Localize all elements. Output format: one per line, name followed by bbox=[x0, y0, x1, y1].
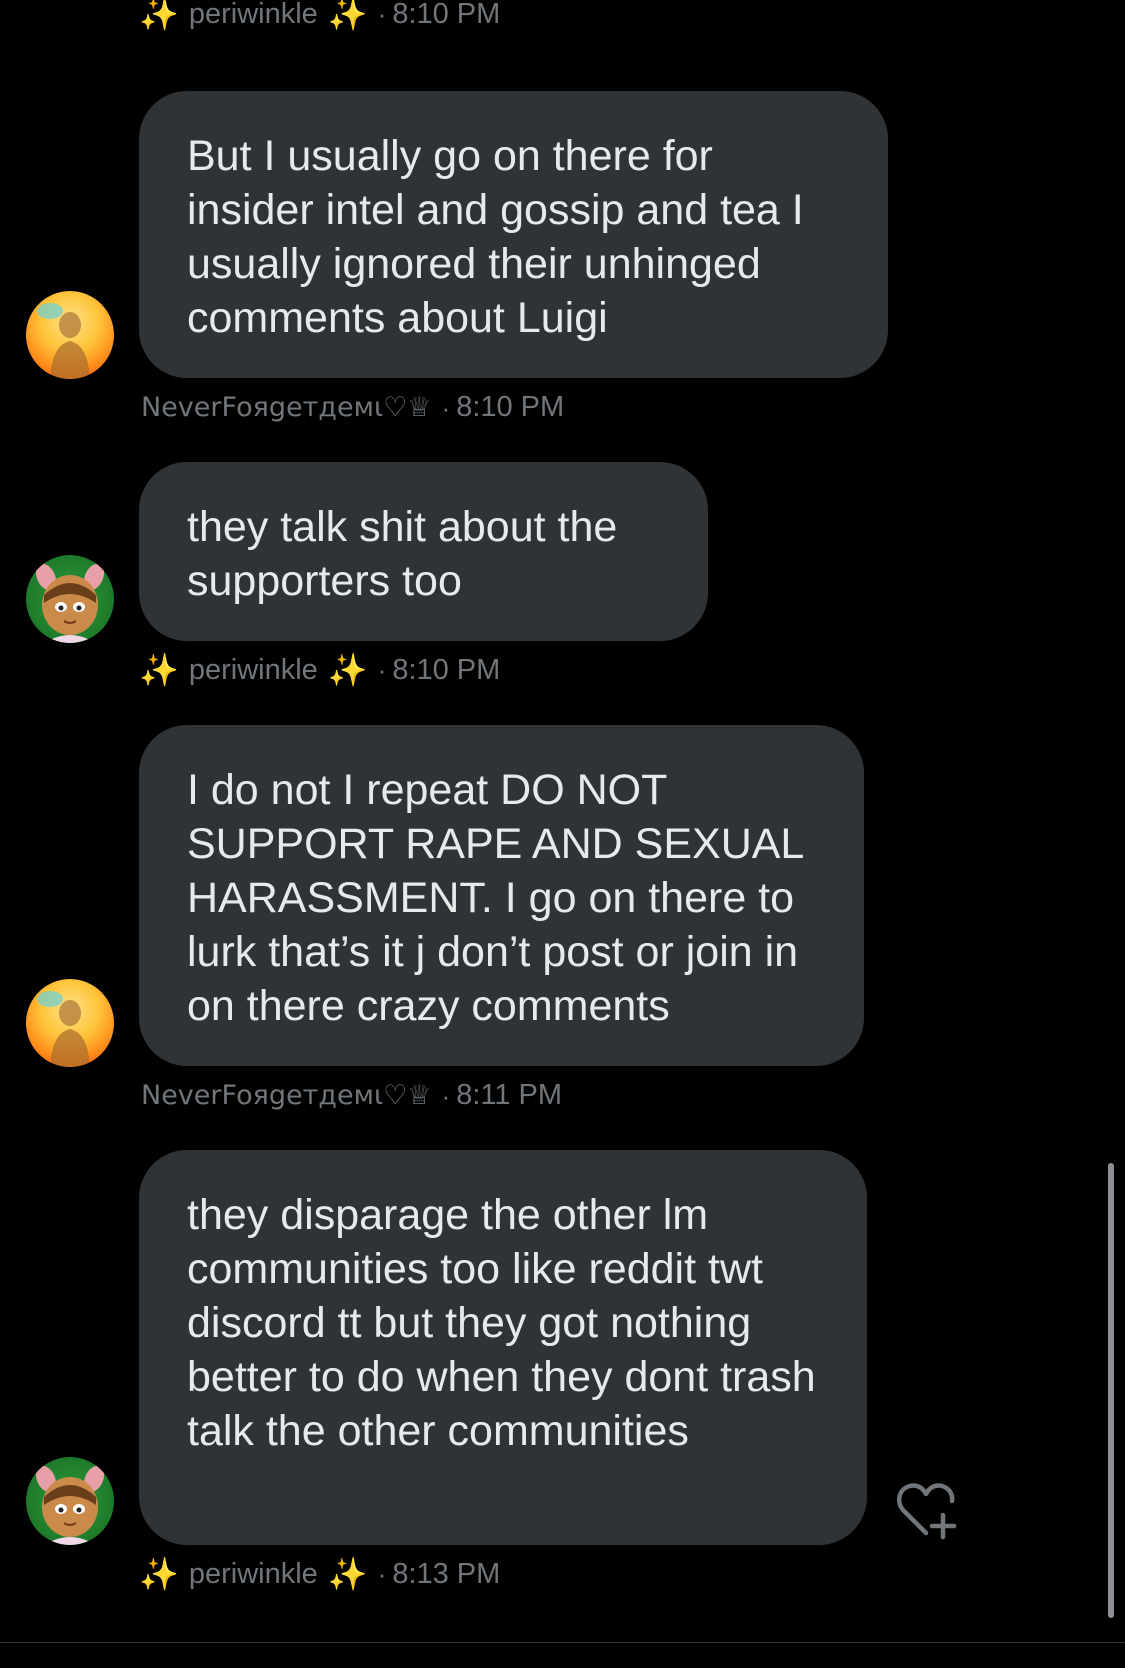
message-meta: ✨ periwinkle ✨ · 8:10 PM bbox=[139, 0, 500, 30]
divider bbox=[0, 1642, 1125, 1643]
timestamp: 8:10 PM bbox=[392, 0, 501, 30]
message-bubble[interactable]: they disparage the other lm communities … bbox=[139, 1150, 867, 1545]
message-bubble[interactable]: I do not I repeat DO NOT SUPPORT RAPE AN… bbox=[139, 725, 864, 1066]
sparkle-icon: ✨ bbox=[327, 652, 368, 688]
timestamp: 8:11 PM bbox=[456, 1079, 563, 1111]
timestamp: 8:13 PM bbox=[392, 1557, 501, 1590]
timestamp: 8:10 PM bbox=[456, 391, 565, 423]
sender-name: NeverFoяgeтдeмι♡♕ bbox=[141, 392, 432, 423]
cartoon-girl-avatar[interactable] bbox=[26, 555, 114, 643]
sparkle-icon: ✨ bbox=[139, 1556, 179, 1592]
sparkle-icon: ✨ bbox=[327, 0, 368, 32]
message-meta: ✨ periwinkle ✨ · 8:10 PM bbox=[139, 654, 500, 686]
cartoon-girl-avatar[interactable] bbox=[26, 1457, 114, 1545]
sender-name: NeverFoяgeтдeмι♡♕ bbox=[141, 1080, 432, 1111]
message-text: I do not I repeat DO NOT SUPPORT RAPE AN… bbox=[187, 766, 803, 1030]
message-text: they disparage the other lm communities … bbox=[187, 1191, 816, 1455]
sparkle-icon: ✨ bbox=[327, 1556, 368, 1592]
sender-name: periwinkle bbox=[188, 653, 318, 686]
separator: · bbox=[441, 1080, 451, 1111]
message-meta: NeverFoяgeтдeмι♡♕ · 8:10 PM bbox=[139, 393, 564, 422]
heart-plus-icon[interactable] bbox=[896, 1481, 960, 1541]
separator: · bbox=[377, 0, 387, 29]
separator: · bbox=[377, 655, 387, 685]
message-text: But I usually go on there for insider in… bbox=[187, 132, 804, 342]
separator: · bbox=[377, 1559, 387, 1589]
sparkle-icon: ✨ bbox=[139, 0, 179, 32]
sunset-photo-avatar[interactable] bbox=[26, 979, 114, 1067]
sparkle-icon: ✨ bbox=[139, 652, 179, 688]
message-meta: ✨ periwinkle ✨ · 8:13 PM bbox=[139, 1558, 500, 1590]
separator: · bbox=[441, 392, 451, 423]
message-meta: NeverFoяgeтдeмι♡♕ · 8:11 PM bbox=[139, 1081, 562, 1110]
message-bubble[interactable]: they talk shit about the supporters too bbox=[139, 462, 708, 641]
message-text: they talk shit about the supporters too bbox=[187, 503, 618, 605]
timestamp: 8:10 PM bbox=[392, 653, 501, 686]
scrollbar[interactable] bbox=[1108, 1163, 1114, 1618]
sunset-photo-avatar[interactable] bbox=[26, 291, 114, 379]
sender-name: periwinkle bbox=[188, 1557, 318, 1590]
message-bubble[interactable]: But I usually go on there for insider in… bbox=[139, 91, 888, 378]
sender-name: periwinkle bbox=[188, 0, 318, 30]
